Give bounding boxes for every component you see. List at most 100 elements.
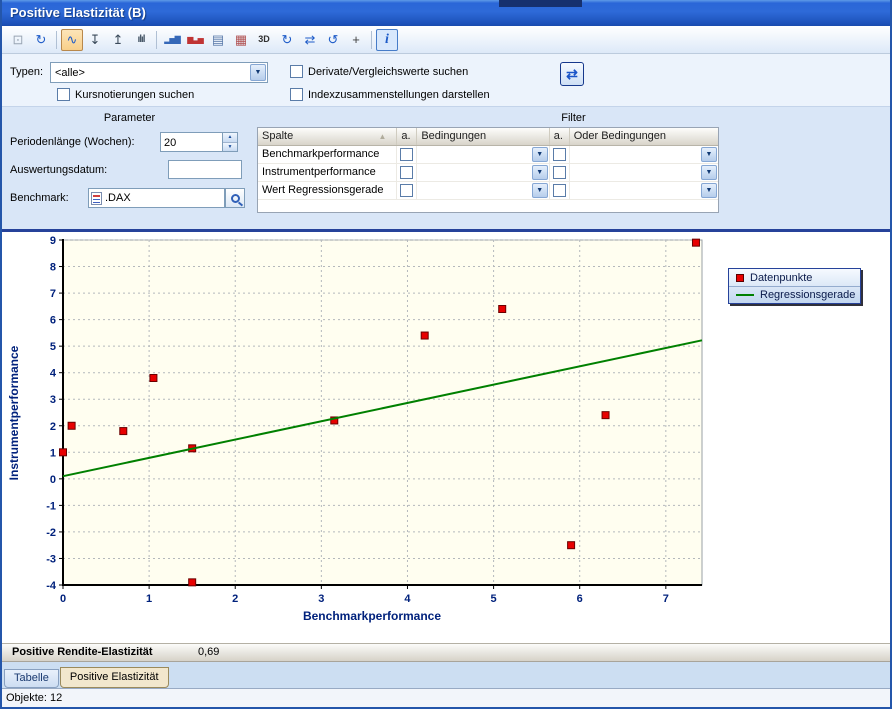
filter-condition-cell[interactable]: ▼	[417, 164, 549, 181]
benchmark-search-button[interactable]	[225, 188, 245, 208]
filter-row-name[interactable]: Instrumentperformance	[258, 164, 397, 181]
object-count: Objekte: 12	[6, 692, 62, 704]
kursnotierungen-label: Kursnotierungen suchen	[75, 89, 194, 101]
toolbar-button-delete-table[interactable]: ▦	[230, 29, 252, 51]
column-header-and-2[interactable]: a.	[550, 128, 570, 145]
kursnotierungen-checkbox[interactable]	[57, 88, 70, 101]
filter-active-checkbox[interactable]	[400, 184, 413, 197]
x-tick-label: 5	[491, 593, 497, 605]
filter-active-cell	[550, 164, 570, 181]
toolbar-button-histogram[interactable]: ılıl	[130, 29, 152, 51]
tab-tabelle[interactable]: Tabelle	[4, 669, 59, 688]
typen-select[interactable]: <alle> ▼	[50, 62, 268, 83]
toolbar-button-three-d[interactable]: 3D	[253, 29, 275, 51]
x-axis-title: Benchmarkperformance	[303, 609, 441, 623]
toolbar-button-add[interactable]: +	[345, 29, 367, 51]
chevron-down-icon[interactable]: ▼	[250, 64, 266, 81]
filter-or-condition-cell[interactable]: ▼	[570, 146, 718, 163]
filter-or-condition-cell[interactable]: ▼	[570, 164, 718, 181]
dropdown-arrow-icon[interactable]: ▼	[701, 165, 717, 180]
y-tick-label: 5	[50, 341, 56, 353]
line-chart-icon: ∿	[67, 33, 78, 46]
y-tick-label: 4	[50, 368, 57, 380]
toolbar-button-rotate-back[interactable]: ↺	[322, 29, 344, 51]
filter-header: Filter	[257, 112, 890, 124]
column-header-bedingungen[interactable]: Bedingungen	[417, 128, 549, 145]
spinner-up-icon[interactable]: ▲	[223, 133, 237, 143]
benchmark-field[interactable]: .DAX	[88, 188, 225, 208]
toolbar-button-line-chart[interactable]: ∿	[61, 29, 83, 51]
filter-condition-cell[interactable]: ▼	[417, 146, 549, 163]
dropdown-arrow-icon[interactable]: ▼	[701, 147, 717, 162]
data-point	[120, 428, 127, 435]
dropdown-arrow-icon[interactable]: ▼	[532, 183, 548, 198]
filter-condition-cell[interactable]: ▼	[417, 182, 549, 199]
y-tick-label: -4	[46, 580, 57, 592]
filter-active-cell	[550, 182, 570, 199]
performance-chart-icon: ▆▃▅	[187, 36, 202, 44]
refresh-search-button[interactable]: ⇄	[560, 62, 584, 86]
legend-item-regressionsgerade[interactable]: Regressionsgerade	[729, 286, 860, 303]
x-tick-label: 2	[232, 593, 238, 605]
sort-ascending-icon: ▲	[378, 132, 386, 141]
rotate-icon: ↻	[282, 33, 293, 46]
filter-active-checkbox[interactable]	[553, 148, 566, 161]
y-tick-label: 8	[50, 262, 56, 274]
legend-item-datenpunkte[interactable]: Datenpunkte	[729, 269, 860, 286]
toolbar-button-sort-descending[interactable]: ↧	[84, 29, 106, 51]
filter-or-condition-cell[interactable]: ▼	[570, 182, 718, 199]
toolbar-button-report[interactable]: ▤	[207, 29, 229, 51]
report-icon: ▤	[212, 33, 224, 46]
filter-row: Wert Regressionsgerade ▼ ▼	[258, 182, 718, 200]
app-window: { "window": { "title": "Positive Elastiz…	[0, 0, 892, 709]
dropdown-arrow-icon[interactable]: ▼	[532, 147, 548, 162]
filter-active-checkbox[interactable]	[553, 166, 566, 179]
dropdown-arrow-icon[interactable]: ▼	[701, 183, 717, 198]
derivate-checkbox[interactable]	[290, 65, 303, 78]
toolbar-button-refresh[interactable]: ↻	[30, 29, 52, 51]
data-point	[692, 239, 699, 246]
y-tick-label: 9	[50, 235, 56, 247]
column-header-spalte-label: Spalte	[262, 130, 293, 142]
index-checkbox[interactable]	[290, 88, 303, 101]
benchmark-label: Benchmark:	[10, 192, 69, 204]
toolbar-button-sort-ascending[interactable]: ↥	[107, 29, 129, 51]
filter-row-name[interactable]: Benchmarkperformance	[258, 146, 397, 163]
column-header-oder-bedingungen[interactable]: Oder Bedingungen	[570, 128, 718, 145]
typen-value: <alle>	[51, 67, 249, 79]
tab-positive-elastizit-t[interactable]: Positive Elastizität	[60, 667, 169, 688]
filter-active-checkbox[interactable]	[400, 166, 413, 179]
spinner-down-icon[interactable]: ▼	[223, 143, 237, 152]
parameter-filter-panel: Parameter Filter Periodenlänge (Wochen):…	[2, 106, 890, 229]
toolbar-button-export: ⊡	[7, 29, 29, 51]
dropdown-arrow-icon[interactable]: ▼	[532, 165, 548, 180]
rotate-back-icon: ↺	[328, 33, 339, 46]
result-value: 0,69	[198, 644, 219, 661]
typen-label: Typen:	[10, 66, 43, 78]
periodenlaenge-input[interactable]	[161, 133, 222, 151]
y-tick-label: 3	[50, 394, 56, 406]
toolbar-separator	[371, 31, 372, 49]
instrument-icon	[91, 192, 102, 205]
auswertungsdatum-input[interactable]	[168, 160, 242, 179]
data-point	[150, 375, 157, 382]
periodenlaenge-label: Periodenlänge (Wochen):	[10, 136, 135, 148]
x-tick-label: 1	[146, 593, 152, 605]
y-tick-label: -3	[46, 553, 56, 565]
legend-label-regressionsgerade: Regressionsgerade	[760, 289, 855, 301]
filter-row-name[interactable]: Wert Regressionsgerade	[258, 182, 397, 199]
toolbar-button-swap-axes[interactable]: ⇄	[299, 29, 321, 51]
toolbar-button-rotate[interactable]: ↻	[276, 29, 298, 51]
filter-rows: Benchmarkperformance ▼ ▼ Instrumentperforma…	[258, 146, 718, 200]
filter-active-checkbox[interactable]	[400, 148, 413, 161]
filter-active-checkbox[interactable]	[553, 184, 566, 197]
periodenlaenge-spinner: ▲ ▼	[160, 132, 238, 152]
toolbar-button-info[interactable]: i	[376, 29, 398, 51]
toolbar-button-bar-chart[interactable]: ▂▅▇	[161, 29, 183, 51]
title-bar: Positive Elastizität (B)	[2, 0, 890, 26]
column-header-spalte[interactable]: Spalte ▲	[258, 128, 397, 145]
toolbar-button-performance-chart[interactable]: ▆▃▅	[184, 29, 206, 51]
column-header-and-1[interactable]: a.	[397, 128, 417, 145]
parameter-header: Parameter	[2, 112, 257, 124]
three-d-icon: 3D	[258, 35, 270, 44]
